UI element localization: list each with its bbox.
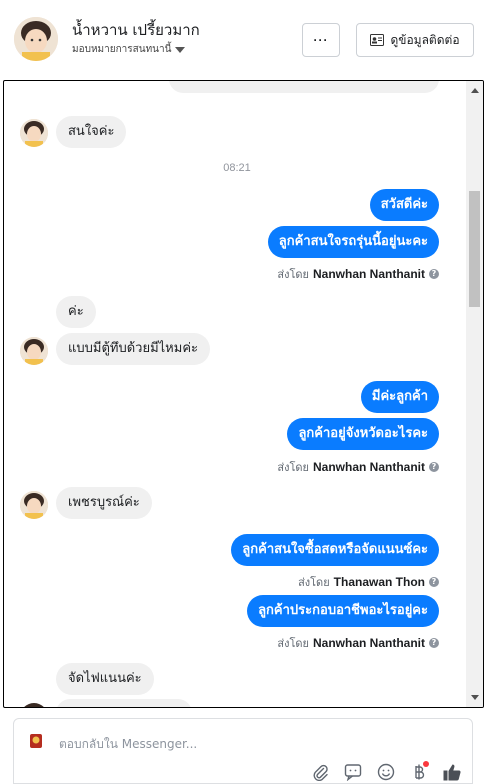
view-contact-info-label: ดูข้อมูลติดต่อ [390,32,460,47]
more-options-button[interactable]: ··· [302,23,340,57]
outgoing-message: ลูกค้าอยู่จังหวัดอะไรคะ [287,418,439,450]
contact-avatar-small [20,703,48,707]
message-timestamp: 08:21 [223,162,251,174]
sent-by-prefix: ส่งโดย [277,637,309,650]
conversation-header: น้ำหวาน เปรี้ยวมาก มอบหมายการสนทนานี้ ··… [0,0,489,80]
reply-composer[interactable]: ตอบกลับใน Messenger... [13,718,473,784]
help-icon[interactable]: ? [429,638,439,648]
more-icon: ··· [313,33,329,47]
assign-conversation-dropdown[interactable]: มอบหมายการสนทนานี้ [72,42,186,57]
sent-by-prefix: ส่งโดย [277,461,309,474]
sent-by-label: ส่งโดย Nanwhan Nanthanit ? [277,458,439,476]
sender-name: Nanwhan Nanthanit [312,636,425,650]
sent-by-prefix: ส่งโดย [277,268,309,281]
scroll-down-arrow[interactable] [471,695,479,700]
view-contact-info-button[interactable]: ดูข้อมูลติดต่อ [356,23,474,57]
scroll-up-arrow[interactable] [471,88,479,93]
thread-scrollbar[interactable] [466,81,483,707]
assign-label: มอบหมายการสนทนานี้ [72,44,172,55]
contact-avatar-small [20,119,48,147]
contact-avatar[interactable] [14,17,58,61]
incoming-message: เพชรบูรณ์ค่ะ [56,487,152,519]
outgoing-message: มีค่ะลูกค้า [360,381,439,413]
sticker-icon[interactable] [342,761,363,782]
page-avatar [25,730,47,752]
help-icon[interactable]: ? [429,269,439,279]
sent-by-label: ส่งโดย Thanawan Thon ? [298,573,439,591]
outgoing-message: ลูกค้าสนใจซื้อสดหรือจัดแนนซ์คะ [231,534,439,566]
sent-by-label: ส่งโดย Nanwhan Nanthanit ? [277,265,439,283]
message-thread[interactable]: สนใจค่ะ 08:21 สวัสดีค่ะ ลูกค้าสนใจรถรุ่น… [3,80,484,708]
composer-toolbar [309,761,462,782]
sent-by-label: ส่งโดย Nanwhan Nanthanit ? [277,634,439,652]
incoming-message: แบบมีตู้ทึบด้วยมีไหมค่ะ [56,333,210,365]
incoming-message: สนใจค่ะ [56,116,127,148]
contact-name: น้ำหวาน เปรี้ยวมาก [72,21,200,39]
incoming-message: ค่ะ [56,296,96,328]
attach-icon[interactable] [309,761,330,782]
sender-name: Nanwhan Nanthanit [312,460,425,474]
emoji-icon[interactable] [375,761,396,782]
sender-name: Nanwhan Nanthanit [312,267,425,281]
scrollbar-thumb[interactable] [469,191,480,307]
next-message-bubble [56,699,192,707]
chevron-down-icon [175,46,186,53]
like-icon[interactable] [441,761,462,782]
contact-card-icon [370,34,385,46]
sent-by-prefix: ส่งโดย [298,576,330,589]
incoming-message: จัดไฟแนนค่ะ [56,663,154,695]
sender-name: Thanawan Thon [333,575,425,589]
contact-avatar-small [20,491,48,519]
outgoing-message: ลูกค้าประกอบอาชีพอะไรอยู่คะ [247,595,439,627]
previous-message-bubble [169,81,439,93]
help-icon[interactable]: ? [429,577,439,587]
baht-icon[interactable] [408,761,429,782]
notification-dot [423,761,429,767]
outgoing-message: ลูกค้าสนใจรถรุ่นนี้อยู่นะคะ [267,226,439,258]
reply-input[interactable]: ตอบกลับใน Messenger... [59,735,197,754]
outgoing-message: สวัสดีค่ะ [369,189,439,221]
contact-avatar-small [20,337,48,365]
help-icon[interactable]: ? [429,462,439,472]
